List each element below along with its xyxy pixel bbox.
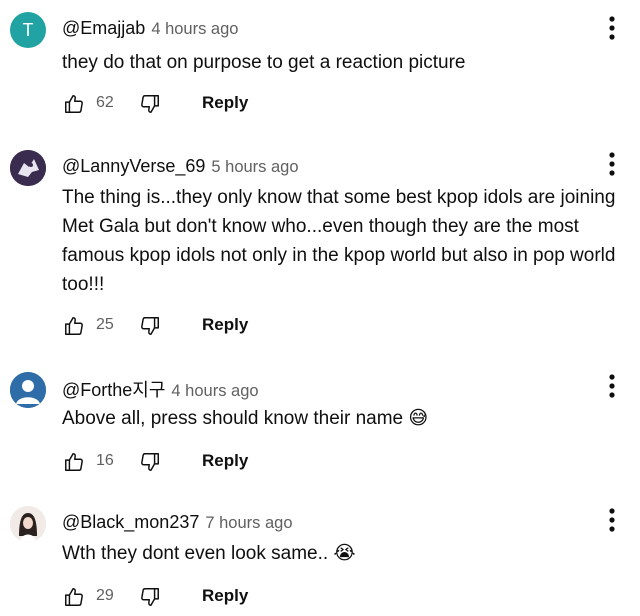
avatar-letter: T: [22, 20, 34, 40]
comment-item: @LannyVerse_69 5 hours ago The thing is..…: [0, 138, 640, 348]
more-options-button[interactable]: [600, 14, 624, 42]
like-button[interactable]: [62, 450, 86, 474]
comment-time[interactable]: 7 hours ago: [205, 514, 292, 532]
comment-item: @Forthe지구 4 hours ago Above all, press sh…: [0, 358, 640, 488]
comment-text: Above all, press should know their name …: [62, 404, 626, 433]
comment-item: @Black_mon237 7 hours ago Wth they dont e…: [0, 494, 640, 616]
more-options-button[interactable]: [600, 506, 624, 534]
comment-header: @Black_mon237 7 hours ago: [62, 512, 293, 533]
reply-button[interactable]: Reply: [202, 315, 248, 335]
more-options-button[interactable]: [600, 150, 624, 178]
comment-actions: 62 Reply: [62, 92, 322, 120]
comment-author[interactable]: @Black_mon237: [62, 512, 199, 532]
avatar[interactable]: [10, 372, 46, 408]
comment-text-body: The thing is...they only know that some …: [62, 187, 616, 295]
dislike-button[interactable]: [138, 314, 162, 338]
like-count: 29: [96, 587, 114, 604]
comment-time[interactable]: 5 hours ago: [211, 158, 298, 176]
more-vertical-icon: [609, 508, 615, 532]
comment-text: Wth they dont even look same.. 😭: [62, 539, 626, 568]
dislike-button[interactable]: [138, 450, 162, 474]
thumbs-up-icon: [65, 95, 83, 113]
comment-header: @Forthe지구 4 hours ago: [62, 376, 259, 402]
emoji: 😅: [408, 408, 429, 429]
avatar-image: [10, 150, 46, 186]
thumbs-down-icon: [141, 95, 159, 113]
comment-text-body: Wth they dont even look same..: [62, 543, 329, 564]
emoji: 😭: [333, 543, 356, 564]
comment-text: The thing is...they only know that some …: [62, 183, 626, 299]
comment-actions: 29 Reply: [62, 585, 322, 613]
avatar[interactable]: [10, 150, 46, 186]
comment-time[interactable]: 4 hours ago: [151, 20, 238, 38]
comment-author[interactable]: @Forthe지구: [62, 380, 165, 400]
thumbs-up-icon: [65, 588, 83, 606]
more-vertical-icon: [609, 374, 615, 398]
comment-actions: 25 Reply: [62, 314, 322, 342]
comment-item: T @Emajjab 4 hours ago they do that on pu…: [0, 0, 640, 130]
dislike-button[interactable]: [138, 92, 162, 116]
comment-header: @Emajjab 4 hours ago: [62, 18, 238, 39]
reply-button[interactable]: Reply: [202, 586, 248, 606]
more-options-button[interactable]: [600, 372, 624, 400]
comment-time[interactable]: 4 hours ago: [171, 382, 258, 400]
thumbs-down-icon: [141, 588, 159, 606]
more-vertical-icon: [609, 152, 615, 176]
more-vertical-icon: [609, 16, 615, 40]
like-count: 16: [96, 452, 114, 469]
thumbs-up-icon: [65, 317, 83, 335]
comment-text-body: they do that on purpose to get a reactio…: [62, 52, 466, 73]
comment-actions: 16 Reply: [62, 450, 322, 478]
avatar[interactable]: T: [10, 12, 46, 48]
avatar-image: [10, 506, 46, 542]
like-button[interactable]: [62, 92, 86, 116]
thumbs-up-icon: [65, 453, 83, 471]
reply-button[interactable]: Reply: [202, 451, 248, 471]
comment-text: they do that on purpose to get a reactio…: [62, 48, 626, 77]
thumbs-down-icon: [141, 317, 159, 335]
avatar[interactable]: [10, 506, 46, 542]
like-button[interactable]: [62, 314, 86, 338]
thumbs-down-icon: [141, 453, 159, 471]
like-count: 25: [96, 316, 114, 333]
dislike-button[interactable]: [138, 585, 162, 609]
like-count: 62: [96, 94, 114, 111]
like-button[interactable]: [62, 585, 86, 609]
comment-author[interactable]: @LannyVerse_69: [62, 156, 205, 176]
comment-header: @LannyVerse_69 5 hours ago: [62, 156, 299, 177]
comment-author[interactable]: @Emajjab: [62, 18, 145, 38]
reply-button[interactable]: Reply: [202, 93, 248, 113]
comment-text-body: Above all, press should know their name: [62, 408, 404, 429]
default-user-icon: [10, 372, 46, 408]
